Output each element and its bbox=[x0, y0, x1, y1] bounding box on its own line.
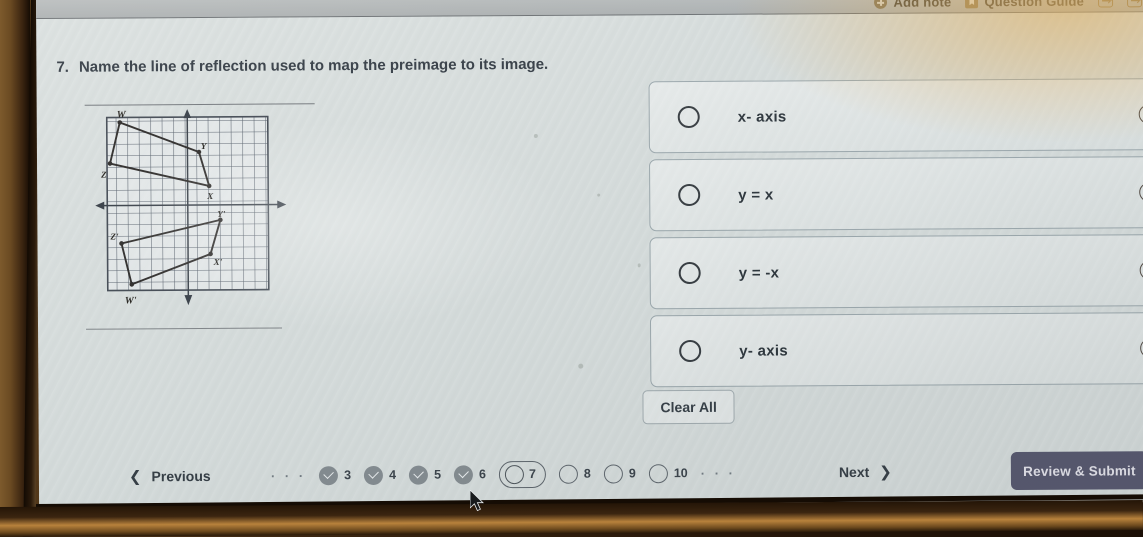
vertex-label-Z: Z bbox=[100, 170, 107, 180]
answer-label-x-axis: x- axis bbox=[737, 107, 787, 126]
vertex-label-W-prime: W' bbox=[125, 296, 137, 307]
minus-circle-icon-x-axis[interactable] bbox=[1138, 104, 1143, 124]
figure-rule-top bbox=[84, 103, 315, 107]
dust-speck bbox=[578, 363, 584, 369]
next-label: Next bbox=[838, 463, 870, 481]
pager-item-5[interactable]: 5 bbox=[408, 465, 442, 485]
vertex-label-X-prime: X' bbox=[213, 257, 223, 267]
question-number: 7. bbox=[56, 58, 69, 76]
circle-icon-9 bbox=[603, 463, 623, 484]
previous-label: Previous bbox=[151, 467, 211, 485]
check-icon-6 bbox=[453, 464, 474, 484]
answer-options-list: x- axis y = x y = -x y- axis bbox=[648, 78, 1143, 393]
pager-item-6[interactable]: 6 bbox=[453, 464, 486, 484]
circle-icon-7 bbox=[504, 464, 525, 484]
check-icon-5 bbox=[408, 465, 429, 485]
question-text: Name the line of reflection used to map … bbox=[78, 55, 549, 76]
answer-label-y-eq-neg-x: y = -x bbox=[738, 263, 780, 282]
answer-label-y-eq-x: y = x bbox=[738, 185, 774, 204]
vertex-label-Z-prime: Z' bbox=[109, 232, 119, 242]
question-guide-label: Question Guide bbox=[984, 0, 1085, 10]
check-icon-4 bbox=[364, 465, 384, 485]
dust-speck bbox=[533, 133, 538, 138]
vertex-label-Y-prime: Y' bbox=[217, 209, 226, 219]
pager-number-4: 4 bbox=[389, 467, 397, 482]
answer-option-y-eq-x[interactable]: y = x bbox=[649, 156, 1143, 232]
dust-speck bbox=[637, 263, 641, 268]
pager-item-3[interactable]: 3 bbox=[319, 465, 352, 485]
pager-number-3: 3 bbox=[344, 468, 352, 483]
question-guide-button[interactable]: Question Guide bbox=[965, 0, 1084, 9]
coordinate-graph-svg: W Z Y X W' Z' Y' X' bbox=[95, 109, 287, 307]
vertex-label-W: W bbox=[117, 110, 127, 121]
radio-button-y-eq-x[interactable] bbox=[678, 183, 701, 207]
minus-circle-icon-y-eq-neg-x[interactable] bbox=[1139, 260, 1143, 280]
pager-item-4[interactable]: 4 bbox=[364, 465, 397, 485]
add-note-label: Add note bbox=[893, 0, 952, 10]
pager-number-7: 7 bbox=[528, 466, 536, 481]
dust-speck bbox=[597, 193, 601, 197]
chevron-right-icon: ❯ bbox=[879, 463, 892, 481]
pager-item-7-current[interactable]: 7 bbox=[498, 460, 546, 488]
pager-number-9: 9 bbox=[628, 466, 636, 481]
radio-button-y-axis[interactable] bbox=[679, 339, 702, 363]
screen-surface: Add note Question Guide 7. Name the line… bbox=[36, 0, 1143, 509]
check-icon-3 bbox=[319, 465, 339, 485]
clear-all-button[interactable]: Clear All bbox=[642, 389, 735, 425]
radio-button-y-eq-neg-x[interactable] bbox=[678, 261, 701, 285]
pager-leading-ellipsis: · · · bbox=[270, 467, 307, 484]
answer-option-x-axis[interactable]: x- axis bbox=[648, 78, 1143, 154]
figure-rule-bottom bbox=[86, 327, 283, 331]
expand-box-icon[interactable] bbox=[1098, 0, 1114, 8]
circle-icon-10 bbox=[648, 463, 668, 483]
chevron-left-icon: ❮ bbox=[128, 468, 142, 486]
top-toolbar: Add note Question Guide bbox=[36, 0, 1143, 19]
minus-circle-icon-y-eq-x[interactable] bbox=[1139, 182, 1143, 202]
answer-label-y-axis: y- axis bbox=[739, 341, 789, 360]
question-pager: · · · 3 4 5 6 7 8 9 10 · · · bbox=[271, 459, 736, 489]
pager-number-8: 8 bbox=[583, 466, 591, 481]
monitor-bottom-bezel bbox=[0, 500, 1143, 537]
pager-item-8[interactable]: 8 bbox=[558, 464, 591, 484]
answer-option-y-eq-neg-x[interactable]: y = -x bbox=[649, 234, 1143, 310]
coordinate-graph: W Z Y X W' Z' Y' X' bbox=[93, 109, 294, 315]
answer-option-y-axis[interactable]: y- axis bbox=[649, 312, 1143, 388]
pager-trailing-ellipsis: · · · bbox=[700, 465, 736, 481]
radio-button-x-axis[interactable] bbox=[677, 105, 700, 129]
question-prompt: 7. Name the line of reflection used to m… bbox=[56, 54, 776, 77]
pager-item-10[interactable]: 10 bbox=[648, 463, 688, 483]
pager-number-5: 5 bbox=[434, 467, 442, 482]
figure-container: W Z Y X W' Z' Y' X' bbox=[84, 103, 316, 331]
photograph-of-screen: Add note Question Guide 7. Name the line… bbox=[0, 0, 1143, 537]
add-note-button[interactable]: Add note bbox=[874, 0, 951, 10]
pager-number-10: 10 bbox=[673, 466, 688, 481]
review-and-submit-button[interactable]: Review & Submit bbox=[1010, 451, 1143, 491]
circle-icon-8 bbox=[558, 464, 578, 484]
previous-button[interactable]: ❮ Previous bbox=[129, 467, 211, 485]
vertex-label-X: X bbox=[206, 191, 214, 201]
plus-circle-icon bbox=[874, 0, 888, 9]
expand-box-icon-2[interactable] bbox=[1127, 0, 1143, 8]
bookmark-icon bbox=[965, 0, 979, 9]
pager-item-9[interactable]: 9 bbox=[603, 463, 636, 484]
next-button[interactable]: Next ❯ bbox=[839, 463, 892, 481]
pager-number-6: 6 bbox=[478, 467, 486, 482]
